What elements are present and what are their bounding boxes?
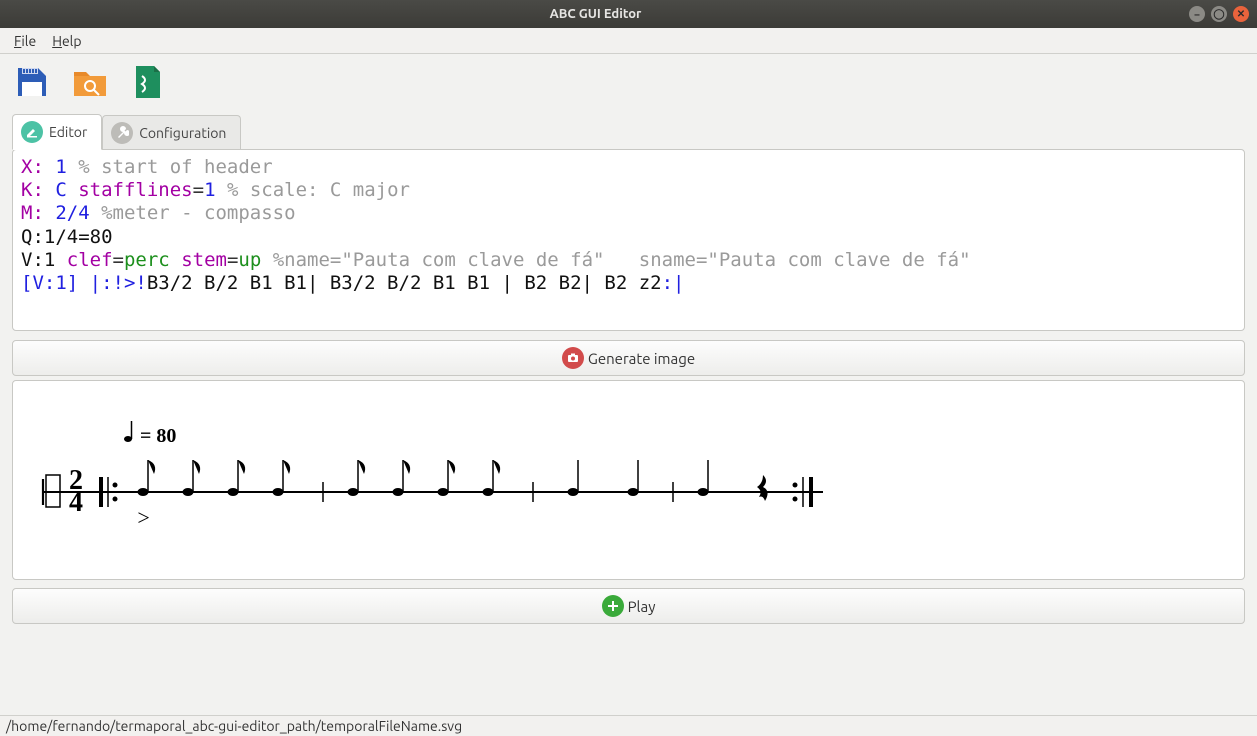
menubar: File Help <box>0 28 1257 54</box>
svg-text:= 80: = 80 <box>140 425 176 447</box>
code-editor[interactable]: X: 1 % start of header K: C stafflines=1… <box>13 150 1244 330</box>
status-bar: /home/fernando/termaporal_abc-gui-editor… <box>0 715 1257 736</box>
export-toolbar-button[interactable] <box>126 60 170 104</box>
sdcard-icon <box>12 62 52 102</box>
window-maximize-button[interactable]: ◯ <box>1211 6 1227 22</box>
edit-icon <box>21 121 43 143</box>
generate-image-button[interactable]: Generate image <box>12 340 1245 376</box>
tab-editor[interactable]: Editor <box>12 114 102 150</box>
svg-text:4: 4 <box>69 487 83 518</box>
toolbar <box>0 54 1257 114</box>
play-label: Play <box>628 598 656 615</box>
camera-icon <box>562 347 584 369</box>
plus-icon <box>602 595 624 617</box>
folder-search-icon <box>70 62 110 102</box>
menu-help[interactable]: Help <box>44 31 89 51</box>
svg-text:>: > <box>136 505 151 530</box>
window-minimize-button[interactable]: – <box>1189 6 1205 22</box>
wrench-icon <box>111 122 133 144</box>
play-button[interactable]: Play <box>12 588 1245 624</box>
music-score: = 80 2 4 <box>33 397 853 567</box>
tab-editor-label: Editor <box>49 124 87 140</box>
tab-bar: Editor Configuration <box>0 114 1257 150</box>
editor-panel: X: 1 % start of header K: C stafflines=1… <box>12 149 1245 331</box>
titlebar: ABC GUI Editor – ◯ ✕ <box>0 0 1257 28</box>
generate-image-label: Generate image <box>588 350 695 367</box>
tab-configuration[interactable]: Configuration <box>102 115 241 150</box>
score-preview: = 80 2 4 <box>12 380 1245 580</box>
tab-configuration-label: Configuration <box>139 125 226 141</box>
menu-file[interactable]: File <box>6 31 44 51</box>
script-file-icon <box>128 62 168 102</box>
window-title: ABC GUI Editor <box>8 7 1183 21</box>
save-toolbar-button[interactable] <box>10 60 54 104</box>
status-path: /home/fernando/termaporal_abc-gui-editor… <box>6 718 462 734</box>
open-toolbar-button[interactable] <box>68 60 112 104</box>
window-close-button[interactable]: ✕ <box>1233 6 1249 22</box>
